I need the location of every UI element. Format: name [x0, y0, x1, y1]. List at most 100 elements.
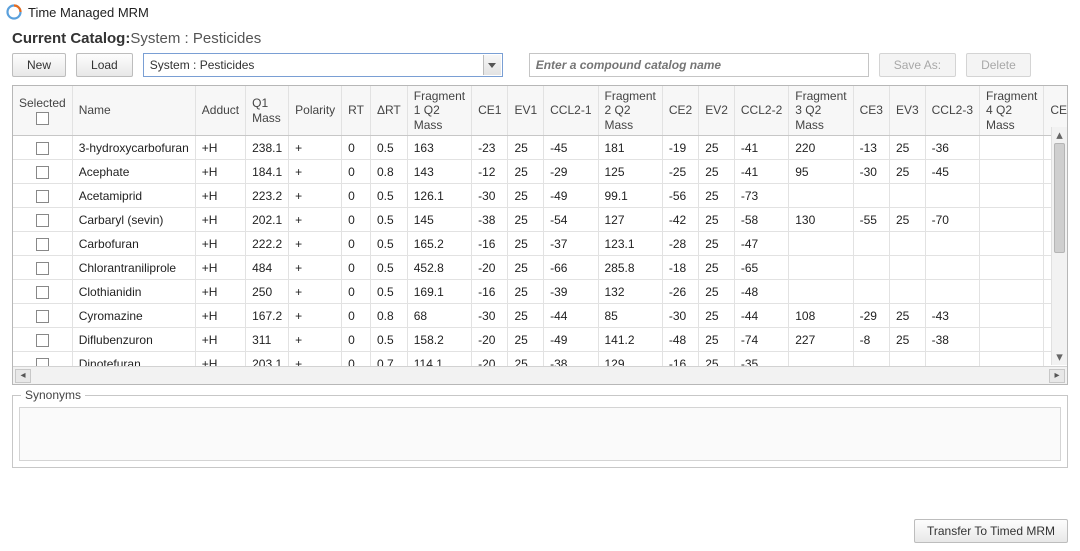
col-ccl2-3[interactable]: CCL2-3 — [925, 86, 979, 136]
cell-ce1[interactable]: -38 — [472, 208, 508, 232]
cell-ev1[interactable]: 25 — [508, 256, 544, 280]
table-row[interactable]: Chlorantraniliprole+H484+00.5452.8-2025-… — [13, 256, 1067, 280]
cell-ce2[interactable]: -30 — [662, 304, 698, 328]
row-checkbox[interactable] — [36, 358, 49, 366]
cell-polarity[interactable]: + — [289, 280, 342, 304]
cell-ev1[interactable]: 25 — [508, 184, 544, 208]
cell-ccl3[interactable]: -38 — [925, 328, 979, 352]
cell-ce2[interactable]: -18 — [662, 256, 698, 280]
cell-rt[interactable]: 0 — [342, 208, 371, 232]
load-button[interactable]: Load — [76, 53, 133, 77]
cell-ce2[interactable]: -48 — [662, 328, 698, 352]
col-frag3[interactable]: Fragment 3 Q2 Mass — [789, 86, 853, 136]
col-polarity[interactable]: Polarity — [289, 86, 342, 136]
vscroll-thumb[interactable] — [1054, 143, 1065, 253]
cell-ccl2[interactable]: -44 — [734, 304, 788, 328]
row-checkbox[interactable] — [36, 310, 49, 323]
cell-ev3[interactable] — [889, 184, 925, 208]
cell-rt[interactable]: 0 — [342, 232, 371, 256]
cell-rt[interactable]: 0 — [342, 184, 371, 208]
row-checkbox-cell[interactable] — [13, 232, 72, 256]
cell-frag3[interactable] — [789, 256, 853, 280]
cell-polarity[interactable]: + — [289, 160, 342, 184]
cell-frag4[interactable] — [980, 160, 1044, 184]
table-row[interactable]: 3-hydroxycarbofuran+H238.1+00.5163-2325-… — [13, 136, 1067, 160]
col-adduct[interactable]: Adduct — [195, 86, 245, 136]
cell-frag3[interactable] — [789, 232, 853, 256]
cell-ce3[interactable]: -30 — [853, 160, 889, 184]
col-q1-mass[interactable]: Q1 Mass — [246, 86, 289, 136]
cell-rt[interactable]: 0 — [342, 280, 371, 304]
cell-ccl2[interactable]: -73 — [734, 184, 788, 208]
cell-ce3[interactable]: -13 — [853, 136, 889, 160]
cell-frag4[interactable] — [980, 232, 1044, 256]
cell-ce3[interactable] — [853, 352, 889, 366]
cell-frag2[interactable]: 123.1 — [598, 232, 662, 256]
cell-frag1[interactable]: 143 — [407, 160, 471, 184]
cell-ce3[interactable] — [853, 232, 889, 256]
cell-ev1[interactable]: 25 — [508, 136, 544, 160]
cell-drt[interactable]: 0.7 — [370, 352, 407, 366]
col-ce3[interactable]: CE3 — [853, 86, 889, 136]
cell-adduct[interactable]: +H — [195, 256, 245, 280]
cell-frag1[interactable]: 165.2 — [407, 232, 471, 256]
cell-ccl1[interactable]: -66 — [544, 256, 598, 280]
table-row[interactable]: Cyromazine+H167.2+00.868-3025-4485-3025-… — [13, 304, 1067, 328]
cell-name[interactable]: Cyromazine — [72, 304, 195, 328]
cell-frag4[interactable] — [980, 328, 1044, 352]
cell-adduct[interactable]: +H — [195, 328, 245, 352]
cell-ccl2[interactable]: -41 — [734, 136, 788, 160]
row-checkbox[interactable] — [36, 262, 49, 275]
cell-ce3[interactable] — [853, 256, 889, 280]
cell-adduct[interactable]: +H — [195, 304, 245, 328]
row-checkbox-cell[interactable] — [13, 136, 72, 160]
cell-adduct[interactable]: +H — [195, 208, 245, 232]
cell-ccl3[interactable]: -43 — [925, 304, 979, 328]
cell-frag4[interactable] — [980, 184, 1044, 208]
row-checkbox[interactable] — [36, 238, 49, 251]
save-as-button[interactable]: Save As: — [879, 53, 956, 77]
col-frag1[interactable]: Fragment 1 Q2 Mass — [407, 86, 471, 136]
cell-ccl1[interactable]: -37 — [544, 232, 598, 256]
table-row[interactable]: Diflubenzuron+H311+00.5158.2-2025-49141.… — [13, 328, 1067, 352]
col-ce1[interactable]: CE1 — [472, 86, 508, 136]
cell-rt[interactable]: 0 — [342, 328, 371, 352]
cell-ev3[interactable] — [889, 352, 925, 366]
cell-frag3[interactable]: 108 — [789, 304, 853, 328]
cell-frag1[interactable]: 158.2 — [407, 328, 471, 352]
cell-ce1[interactable]: -20 — [472, 352, 508, 366]
cell-frag2[interactable]: 125 — [598, 160, 662, 184]
cell-adduct[interactable]: +H — [195, 160, 245, 184]
cell-adduct[interactable]: +H — [195, 184, 245, 208]
cell-ccl3[interactable]: -45 — [925, 160, 979, 184]
cell-q1[interactable]: 203.1 — [246, 352, 289, 366]
cell-q1[interactable]: 167.2 — [246, 304, 289, 328]
cell-frag4[interactable] — [980, 208, 1044, 232]
cell-ev1[interactable]: 25 — [508, 160, 544, 184]
cell-polarity[interactable]: + — [289, 352, 342, 366]
table-row[interactable]: Acephate+H184.1+00.8143-1225-29125-2525-… — [13, 160, 1067, 184]
row-checkbox[interactable] — [36, 166, 49, 179]
cell-ccl1[interactable]: -49 — [544, 328, 598, 352]
cell-rt[interactable]: 0 — [342, 352, 371, 366]
cell-frag2[interactable]: 132 — [598, 280, 662, 304]
col-name[interactable]: Name — [72, 86, 195, 136]
table-row[interactable]: Acetamiprid+H223.2+00.5126.1-3025-4999.1… — [13, 184, 1067, 208]
row-checkbox-cell[interactable] — [13, 256, 72, 280]
row-checkbox[interactable] — [36, 214, 49, 227]
cell-polarity[interactable]: + — [289, 256, 342, 280]
cell-frag1[interactable]: 126.1 — [407, 184, 471, 208]
cell-rt[interactable]: 0 — [342, 256, 371, 280]
cell-ev3[interactable]: 25 — [889, 136, 925, 160]
cell-ccl3[interactable] — [925, 280, 979, 304]
cell-ccl2[interactable]: -65 — [734, 256, 788, 280]
cell-ev2[interactable]: 25 — [699, 184, 735, 208]
new-button[interactable]: New — [12, 53, 66, 77]
row-checkbox-cell[interactable] — [13, 304, 72, 328]
cell-polarity[interactable]: + — [289, 304, 342, 328]
cell-frag4[interactable] — [980, 304, 1044, 328]
row-checkbox[interactable] — [36, 286, 49, 299]
cell-ev2[interactable]: 25 — [699, 352, 735, 366]
cell-ce1[interactable]: -23 — [472, 136, 508, 160]
cell-name[interactable]: Clothianidin — [72, 280, 195, 304]
